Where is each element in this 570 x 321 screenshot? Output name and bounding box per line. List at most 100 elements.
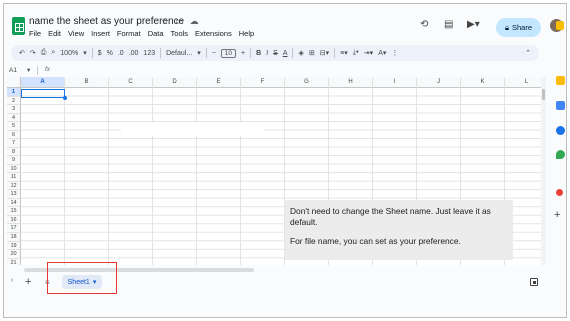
more-formats-button[interactable]: 123 <box>143 50 155 57</box>
maps-icon[interactable] <box>556 150 565 159</box>
column-header-d[interactable]: D <box>153 77 197 88</box>
row-header-16[interactable]: 16 <box>7 215 21 225</box>
undo-icon[interactable]: ↶ <box>19 49 25 57</box>
row-header-15[interactable]: 15 <box>7 207 21 216</box>
text-wrapping-icon[interactable]: ⇥▾ <box>364 49 373 57</box>
row-header-13[interactable]: 13 <box>7 190 21 199</box>
row-header-20[interactable]: 20 <box>7 250 21 259</box>
vertical-align-icon[interactable]: ⤓▾ <box>353 49 359 57</box>
calendar-icon[interactable] <box>556 21 564 30</box>
contacts-icon[interactable] <box>556 126 565 135</box>
row-header-10[interactable]: 10 <box>7 164 21 174</box>
collapse-toolbar-icon[interactable]: ⌃ <box>525 49 531 57</box>
column-header-b[interactable]: B <box>65 77 109 88</box>
decrease-decimal-button[interactable]: .0 <box>118 50 124 57</box>
row-header-21[interactable]: 21 <box>7 258 21 265</box>
row-header-18[interactable]: 18 <box>7 233 21 242</box>
menu-format[interactable]: Format <box>117 29 141 38</box>
print-icon[interactable]: ⎙ <box>41 49 47 57</box>
add-sheet-button[interactable]: + <box>25 276 31 288</box>
note-line-1: Don't need to change the Sheet name. Jus… <box>290 206 491 227</box>
row-header-19[interactable]: 19 <box>7 241 21 251</box>
addon-icon[interactable] <box>556 189 563 196</box>
horizontal-align-icon[interactable]: ≡▾ <box>340 49 348 57</box>
paint-format-icon[interactable]: ⌕ <box>51 49 55 57</box>
menu-data[interactable]: Data <box>148 29 164 38</box>
version-history-icon[interactable]: ⟲ <box>420 19 428 30</box>
row-header-17[interactable]: 17 <box>7 224 21 233</box>
formula-input[interactable] <box>57 65 537 76</box>
get-addons-icon[interactable]: + <box>554 209 560 221</box>
vertical-scrollbar[interactable] <box>541 77 546 265</box>
share-button[interactable]: 🔒︎ Share <box>496 18 541 37</box>
currency-button[interactable]: $ <box>98 50 102 57</box>
italic-button[interactable]: I <box>266 50 268 57</box>
row-header-14[interactable]: 14 <box>7 198 21 208</box>
note-line-2: For file name, you can set as your prefe… <box>290 236 461 246</box>
column-header-g[interactable]: G <box>285 77 329 88</box>
explore-icon[interactable] <box>530 278 538 286</box>
row-header-2[interactable]: 2 <box>7 96 21 106</box>
keep-icon[interactable] <box>556 76 565 85</box>
cloud-status-icon[interactable]: ☁ <box>190 16 199 27</box>
column-header-e[interactable]: E <box>197 77 241 88</box>
percent-button[interactable]: % <box>107 50 113 57</box>
chevron-down-icon[interactable]: ▾ <box>83 49 87 57</box>
row-header-8[interactable]: 8 <box>7 147 21 157</box>
chevron-down-icon[interactable]: ▾ <box>197 49 201 57</box>
text-rotation-icon[interactable]: A▾ <box>378 49 386 57</box>
column-header-j[interactable]: J <box>417 77 461 88</box>
tasks-icon[interactable] <box>556 101 565 110</box>
row-header-3[interactable]: 3 <box>7 105 21 114</box>
select-all-corner[interactable] <box>7 77 21 88</box>
column-header-c[interactable]: C <box>109 77 153 88</box>
menu-help[interactable]: Help <box>239 29 254 38</box>
row-header-7[interactable]: 7 <box>7 139 21 148</box>
more-icon[interactable]: ⋮ <box>391 49 398 57</box>
menu-tools[interactable]: Tools <box>171 29 189 38</box>
chevron-down-icon[interactable]: ▾ <box>27 66 30 74</box>
menu-file[interactable]: File <box>29 29 41 38</box>
font-size-decrease-button[interactable]: − <box>212 50 216 57</box>
column-header-l[interactable]: L <box>505 77 541 88</box>
font-select[interactable]: Defaul... <box>166 50 192 57</box>
row-header-4[interactable]: 4 <box>7 113 21 123</box>
column-header-k[interactable]: K <box>461 77 505 88</box>
column-header-i[interactable]: I <box>373 77 417 88</box>
column-header-a[interactable]: A <box>21 77 65 88</box>
selected-cell-a1[interactable] <box>21 89 67 100</box>
meet-icon[interactable]: ▶▾ <box>467 19 480 30</box>
column-header-h[interactable]: H <box>329 77 373 88</box>
increase-decimal-button[interactable]: .00 <box>129 50 139 57</box>
fill-color-icon[interactable]: ◈ <box>298 49 303 57</box>
divider <box>250 48 252 58</box>
menu-view[interactable]: View <box>68 29 84 38</box>
row-header-12[interactable]: 12 <box>7 181 21 191</box>
text-color-button[interactable]: A <box>283 50 288 57</box>
star-icon[interactable]: ☆ <box>161 16 169 27</box>
instruction-note: Don't need to change the Sheet name. Jus… <box>285 200 513 260</box>
menu-extensions[interactable]: Extensions <box>195 29 232 38</box>
menu-insert[interactable]: Insert <box>91 29 110 38</box>
chevron-right-icon[interactable]: › <box>11 277 13 284</box>
strikethrough-button[interactable]: S <box>273 50 278 57</box>
font-size-input[interactable]: 10 <box>220 48 237 58</box>
row-header-6[interactable]: 6 <box>7 130 21 140</box>
row-header-5[interactable]: 5 <box>7 122 21 131</box>
redo-icon[interactable]: ↷ <box>30 49 36 57</box>
merge-cells-icon[interactable]: ⊟▾ <box>320 49 329 57</box>
borders-icon[interactable]: ⊞ <box>309 49 315 57</box>
comments-icon[interactable]: ▤ <box>444 19 453 30</box>
sheets-logo-icon[interactable] <box>12 17 25 35</box>
font-size-increase-button[interactable]: + <box>241 50 245 57</box>
menu-edit[interactable]: Edit <box>48 29 61 38</box>
move-to-folder-icon[interactable]: ▭ <box>175 16 184 27</box>
name-box[interactable]: A1 <box>9 67 17 74</box>
column-header-f[interactable]: F <box>241 77 285 88</box>
row-header-11[interactable]: 11 <box>7 173 21 182</box>
row-header-1[interactable]: 1 <box>7 88 21 97</box>
bold-button[interactable]: B <box>256 50 261 57</box>
row-header-9[interactable]: 9 <box>7 156 21 165</box>
zoom-select[interactable]: 100% <box>60 50 78 57</box>
scroll-thumb[interactable] <box>542 89 545 100</box>
